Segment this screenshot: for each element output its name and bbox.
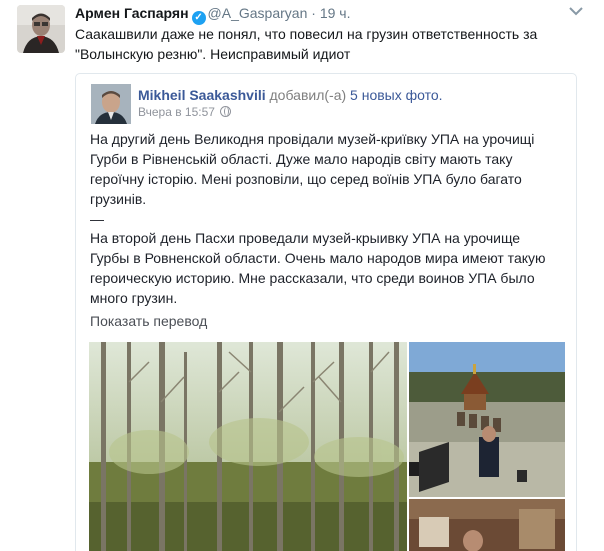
avatar-photo [91, 84, 131, 124]
verified-badge-icon: ✓ [191, 11, 206, 25]
post-text-ukrainian: На другий день Великодня провідали музей… [90, 131, 535, 207]
separator-dot: · [311, 5, 316, 21]
post-text-separator: — [90, 211, 104, 227]
tweet-author-avatar[interactable] [17, 5, 65, 53]
post-time-line: Вчера в 15:57 [138, 105, 231, 120]
globe-icon [219, 106, 231, 117]
post-author-avatar[interactable] [91, 84, 131, 124]
tweet: Армен Гаспарян ✓ @A_Gasparyan · 19 ч. Саак… [0, 0, 604, 551]
post-action: добавил(-а) [269, 87, 347, 103]
tweet-text: Саакашвили даже не понял, что повесил на… [75, 24, 580, 64]
tweet-header: Армен Гаспарян ✓ @A_Gasparyan · 19 ч. [75, 5, 350, 25]
tweet-text-line: Саакашвили даже не понял, что повесил на… [75, 26, 538, 42]
author-name[interactable]: Армен Гаспарян [75, 5, 189, 21]
chevron-down-icon[interactable] [568, 4, 584, 18]
avatar-photo [17, 5, 65, 53]
post-photo-forest[interactable] [89, 342, 407, 551]
post-author-name[interactable]: Mikheil Saakashvili [138, 87, 266, 103]
post-photo-memorial[interactable] [409, 342, 565, 497]
post-timestamp[interactable]: Вчера в 15:57 [138, 105, 215, 119]
post-photo-interior[interactable] [409, 499, 565, 551]
show-translation-link[interactable]: Показать перевод [90, 312, 207, 330]
author-handle[interactable]: @A_Gasparyan [208, 5, 308, 21]
tweet-timestamp[interactable]: 19 ч. [320, 5, 351, 21]
post-text-russian: На второй день Пасхи проведали музей-кры… [90, 230, 546, 306]
tweet-text-line: "Волынскую резню". Неисправимый идиот [75, 46, 351, 62]
post-photos-link[interactable]: 5 новых фото. [350, 87, 443, 103]
embedded-facebook-post[interactable]: Mikheil Saakashvili добавил(-а) 5 новых … [75, 73, 577, 551]
post-author-line: Mikheil Saakashvili добавил(-а) 5 новых … [138, 87, 443, 104]
